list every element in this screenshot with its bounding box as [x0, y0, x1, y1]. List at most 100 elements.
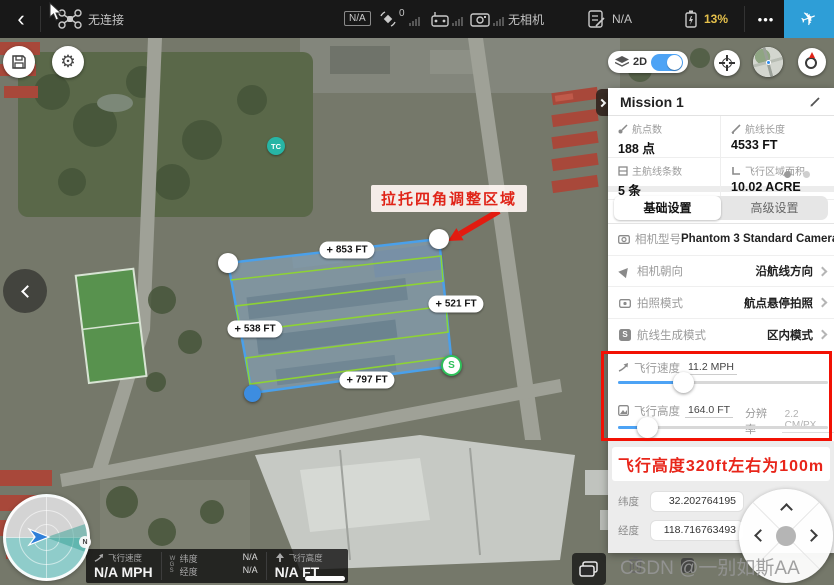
map-mode-label: 2D — [633, 56, 647, 68]
satellite-icon — [379, 10, 397, 28]
tc-marker[interactable]: TC — [267, 137, 285, 155]
setting-capture-mode[interactable]: 拍照模式 航点悬停拍照 — [608, 287, 834, 319]
battery-percentage: 13% — [704, 0, 728, 38]
tab-basic-settings[interactable]: 基础设置 — [614, 196, 721, 220]
gps-signal-bars — [409, 17, 420, 26]
annotation-altitude-note: 飞行高度320ft左右为100m — [612, 447, 830, 481]
midpoint-plus-icon: + — [435, 298, 441, 310]
latitude-input[interactable]: 32.202764195 — [650, 491, 744, 512]
layers-icon — [615, 56, 629, 68]
photo-points-button[interactable] — [572, 553, 606, 585]
save-mission-button[interactable] — [3, 46, 35, 78]
longitude-input[interactable]: 118.716763493 — [650, 520, 744, 541]
polygon-start-marker[interactable]: S — [441, 355, 462, 376]
chevron-left-icon — [21, 285, 34, 298]
midpoint-plus-icon: + — [346, 374, 352, 386]
setting-camera-heading[interactable]: 相机朝向 沿航线方向 — [608, 256, 834, 288]
app-root: S TC +853 FT +521 FT +538 FT +797 FT 拉托四… — [0, 0, 834, 585]
edge-length-label-right[interactable]: +521 FT — [428, 296, 483, 313]
polygon-corner-handle-topleft[interactable] — [218, 253, 238, 273]
stat-main-lines: 主航线条数 5 条 — [608, 158, 721, 200]
rc-signal-bars — [452, 17, 463, 26]
chevron-right-icon — [818, 298, 828, 308]
mission-header: Mission 1 — [608, 88, 834, 116]
latitude-label: 纬度 — [618, 494, 642, 509]
resolution-value: 2.2 CM/PX — [782, 409, 834, 433]
back-button[interactable]: ‹ — [6, 0, 36, 38]
speed-icon — [618, 362, 629, 373]
camera-icon — [618, 234, 630, 244]
altitude-value-field[interactable]: 164.0 FT — [685, 404, 733, 418]
save-icon — [11, 54, 27, 70]
aircraft-arrow-icon — [27, 527, 51, 547]
altitude-arrow-icon — [275, 553, 285, 563]
minimap-thumbnail — [753, 47, 783, 77]
map-settings-button[interactable]: ⚙ — [52, 46, 84, 78]
ruler-icon — [731, 124, 741, 134]
crosshair-icon — [719, 55, 735, 71]
speed-icon — [94, 553, 104, 563]
speed-slider-thumb[interactable] — [673, 372, 694, 393]
chevron-right-icon — [818, 266, 828, 276]
edge-length-label-left[interactable]: +538 FT — [227, 321, 282, 338]
polygon-corner-handle-bottomleft[interactable] — [244, 385, 261, 402]
tab-advanced-settings[interactable]: 高级设置 — [721, 196, 828, 220]
battery-icon — [682, 9, 700, 29]
attitude-indicator — [3, 494, 90, 581]
dpad-center-button[interactable] — [776, 526, 796, 546]
edit-icon[interactable] — [809, 95, 822, 108]
gear-icon: ⚙ — [60, 52, 75, 72]
stats-page-dots[interactable] — [784, 171, 810, 178]
dpad-left-button[interactable] — [754, 529, 767, 542]
mode-2d-toggle[interactable] — [651, 54, 683, 71]
stat-route-length: 航线长度 4533 FT — [721, 116, 834, 158]
midpoint-plus-icon: + — [326, 244, 332, 256]
settings-tabs: 基础设置 高级设置 — [608, 192, 834, 224]
chevron-right-icon — [598, 98, 606, 106]
more-menu-button[interactable]: ••• — [752, 0, 780, 38]
stat-area: 飞行区域面积 10.02 ACRE — [721, 158, 834, 200]
longitude-label: 经度 — [618, 523, 642, 538]
setting-route-mode[interactable]: S 航线生成模式 区内模式 — [608, 319, 834, 351]
minimap-button[interactable] — [753, 47, 783, 77]
annotation-hint-text: 拉托四角调整区域 — [371, 185, 527, 212]
flight-parameters: 飞行速度 11.2 MPH 飞行高度 164.0 FT 分辨率 2.2 CM/P… — [608, 351, 834, 441]
speed-value-field[interactable]: 11.2 MPH — [685, 361, 737, 375]
connection-status: 无连接 — [88, 0, 124, 38]
scan-mode-icon: S — [619, 329, 631, 341]
map-mode-pill: 2D — [608, 51, 688, 73]
telemetry-gps: WGS 纬度N/A 经度N/A — [162, 549, 266, 583]
compass-icon — [802, 52, 822, 72]
left-drawer-handle[interactable] — [3, 269, 47, 313]
takeoff-button[interactable]: ✈ — [784, 0, 834, 38]
checklist-icon[interactable] — [586, 9, 606, 29]
altitude-slider-thumb[interactable] — [637, 417, 658, 438]
polygon-corner-handle-topright[interactable] — [429, 229, 449, 249]
heading-icon — [618, 264, 631, 277]
chevron-right-icon — [818, 330, 828, 340]
mission-polygon[interactable] — [228, 239, 452, 393]
mission-title: Mission 1 — [620, 94, 809, 110]
remote-controller-icon — [430, 10, 450, 28]
resolution-label: 分辨率 — [745, 405, 777, 437]
edge-length-label-top[interactable]: +853 FT — [319, 242, 374, 259]
lines-icon — [618, 166, 628, 176]
altitude-icon — [618, 405, 629, 416]
waypoint-icon — [618, 124, 628, 134]
area-icon — [731, 166, 741, 176]
dpad-up-button[interactable] — [780, 503, 793, 516]
checklist-value: N/A — [612, 0, 632, 38]
edge-length-label-bottom[interactable]: +797 FT — [339, 372, 394, 389]
altitude-label: 飞行高度 — [634, 403, 680, 419]
divider — [744, 6, 745, 32]
speed-label: 飞行速度 — [634, 360, 680, 376]
compass-button[interactable] — [798, 48, 826, 76]
locate-button[interactable] — [714, 50, 740, 76]
dpad-right-button[interactable] — [805, 529, 818, 542]
top-status-bar: ‹ 无连接 N/A 0 — [0, 0, 834, 38]
watermark: CSDN @一别如斯AA — [620, 553, 834, 580]
north-badge: N — [79, 536, 91, 548]
flight-mode-badge: N/A — [344, 11, 371, 26]
setting-camera-model[interactable]: 相机型号 Phantom 3 Standard Camera — [608, 224, 834, 256]
mission-panel: Mission 1 航点数 188 点 航线长度 4533 FT 主航线条数 5… — [608, 88, 834, 553]
